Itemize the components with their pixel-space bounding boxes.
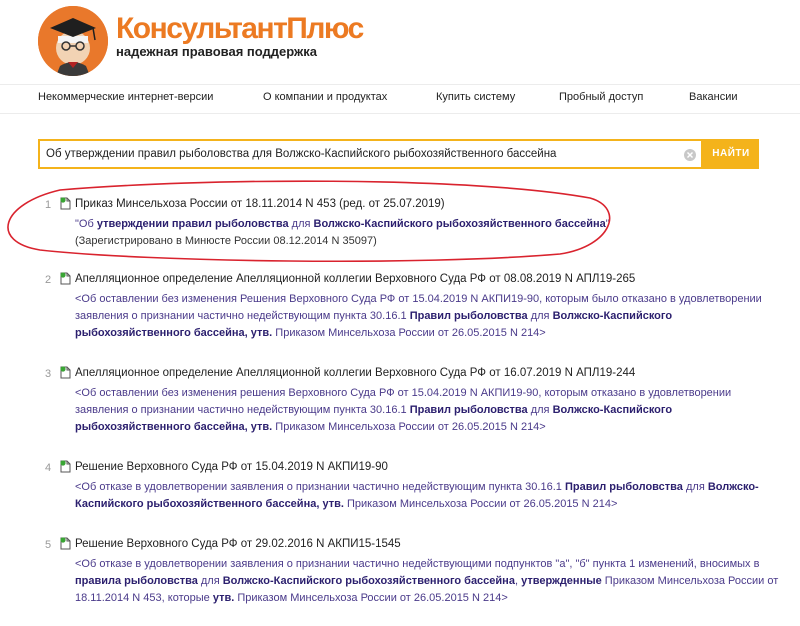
search-box bbox=[38, 139, 703, 169]
highlighted-term: Волжско-Каспийского рыбохозяйственного б… bbox=[222, 575, 515, 587]
nav-bottom-divider bbox=[0, 113, 800, 114]
top-nav: Некоммерческие интернет-версии О компани… bbox=[0, 85, 800, 111]
result-number: 4 bbox=[45, 462, 52, 474]
description-text: Приказом Минсельхоза России от 26.05.201… bbox=[234, 592, 508, 604]
search-button[interactable]: НАЙТИ bbox=[703, 139, 759, 169]
result-title[interactable]: Решение Верховного Суда РФ от 15.04.2019… bbox=[75, 461, 388, 473]
brand-tagline: надежная правовая поддержка bbox=[116, 44, 317, 59]
highlighted-term: утверждении правил рыболовства bbox=[96, 218, 289, 230]
description-text: " bbox=[605, 218, 610, 230]
brand-block[interactable]: КонсультантПлюс надежная правовая поддер… bbox=[116, 12, 364, 59]
highlighted-term: утв. bbox=[212, 592, 235, 604]
description-text: для bbox=[527, 310, 553, 322]
result-number: 3 bbox=[45, 368, 52, 380]
nav-item-trial[interactable]: Пробный доступ bbox=[559, 91, 643, 103]
result-description[interactable]: <Об оставлении без изменения решения Вер… bbox=[75, 385, 785, 436]
brand-name: КонсультантПлюс bbox=[116, 12, 364, 45]
document-icon bbox=[60, 366, 71, 379]
description-text: Приказом Минсельхоза России от 26.05.201… bbox=[272, 421, 546, 433]
result-number: 5 bbox=[45, 539, 52, 551]
result-description[interactable]: <Об отказе в удовлетворении заявления о … bbox=[75, 479, 785, 513]
result-description[interactable]: <Об отказе в удовлетворении заявления о … bbox=[75, 556, 785, 607]
description-text: для bbox=[288, 218, 314, 230]
description-text: Приказом Минсельхоза России от 26.05.201… bbox=[272, 327, 546, 339]
result-title[interactable]: Приказ Минсельхоза России от 18.11.2014 … bbox=[75, 198, 445, 210]
result-title[interactable]: Апелляционное определение Апелляционной … bbox=[75, 367, 635, 379]
result-number: 2 bbox=[45, 274, 52, 286]
search-input[interactable] bbox=[46, 141, 676, 167]
highlighted-term: Правил рыболовства bbox=[409, 404, 528, 416]
description-text: для bbox=[682, 481, 708, 493]
nav-item-buy[interactable]: Купить систему bbox=[436, 91, 515, 103]
registration-note: (Зарегистрировано в Минюсте России 08.12… bbox=[75, 235, 377, 247]
highlighted-term: Правил рыболовства bbox=[564, 481, 683, 493]
result-title[interactable]: Решение Верховного Суда РФ от 29.02.2016… bbox=[75, 538, 401, 550]
highlighted-term: Правил рыболовства bbox=[409, 310, 528, 322]
document-icon bbox=[60, 272, 71, 285]
nav-item-about[interactable]: О компании и продуктах bbox=[263, 91, 387, 103]
nav-item-vacancies[interactable]: Вакансии bbox=[689, 91, 738, 103]
document-icon bbox=[60, 537, 71, 550]
description-text: <Об отказе в удовлетворении заявления о … bbox=[75, 558, 760, 570]
result-description[interactable]: "Об утверждении правил рыболовства для В… bbox=[75, 216, 785, 250]
consultant-logo-icon[interactable] bbox=[38, 6, 108, 76]
highlighted-term: Волжско-Каспийского рыбохозяйственного б… bbox=[313, 218, 606, 230]
description-text: "Об bbox=[75, 218, 97, 230]
clear-search-icon[interactable] bbox=[684, 148, 696, 161]
result-description[interactable]: <Об оставлении без изменения Решения Вер… bbox=[75, 291, 785, 342]
document-icon bbox=[60, 197, 71, 210]
highlighted-term: правила рыболовства bbox=[75, 575, 198, 587]
highlighted-term: утвержденные bbox=[521, 575, 602, 587]
result-title[interactable]: Апелляционное определение Апелляционной … bbox=[75, 273, 635, 285]
description-text: Приказом Минсельхоза России от 26.05.201… bbox=[343, 498, 618, 510]
nav-item-free-versions[interactable]: Некоммерческие интернет-версии bbox=[38, 91, 213, 103]
description-text: <Об отказе в удовлетворении заявления о … bbox=[75, 481, 565, 493]
description-text: для bbox=[197, 575, 223, 587]
result-number: 1 bbox=[45, 199, 52, 211]
document-icon bbox=[60, 460, 71, 473]
description-text: для bbox=[527, 404, 553, 416]
